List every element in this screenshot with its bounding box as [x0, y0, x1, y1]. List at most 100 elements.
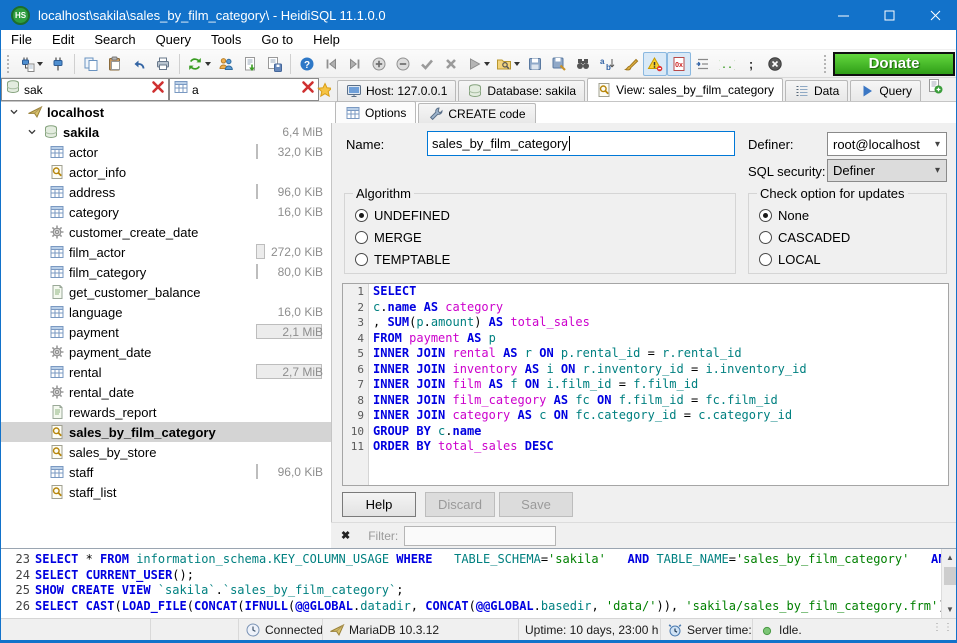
donate-toolbar-grip[interactable] — [824, 55, 829, 73]
user-manager-button[interactable] — [214, 52, 238, 76]
clear-database-filter-icon[interactable] — [150, 79, 166, 100]
save-sql-button[interactable] — [523, 52, 547, 76]
menu-file[interactable]: File — [1, 30, 42, 50]
tree-item-rental[interactable]: rental2,7 MiB — [1, 362, 331, 382]
scroll-down-icon[interactable]: ▼ — [942, 601, 957, 618]
filter-input[interactable] — [404, 526, 556, 546]
help-button[interactable]: ? — [295, 52, 319, 76]
find-button[interactable] — [571, 52, 595, 76]
view-name-input[interactable]: sales_by_film_category — [427, 131, 735, 156]
expand-chevron-icon[interactable] — [25, 124, 39, 140]
check-option-option-local[interactable]: LOCAL — [759, 252, 821, 267]
tree-item-category[interactable]: category16,0 KiB — [1, 202, 331, 222]
go-first-button[interactable] — [319, 52, 343, 76]
tree-item-rewards_report[interactable]: rewards_report — [1, 402, 331, 422]
indent-button[interactable] — [691, 52, 715, 76]
tree-item-get_customer_balance[interactable]: get_customer_balance — [1, 282, 331, 302]
print-button[interactable] — [151, 52, 175, 76]
menu-search[interactable]: Search — [84, 30, 145, 50]
title-bar[interactable]: HS localhost\sakila\sales_by_film_catego… — [1, 0, 957, 30]
tree-item-sakila[interactable]: sakila6,4 MiB — [1, 122, 331, 142]
tree-item-actor_info[interactable]: actor_info — [1, 162, 331, 182]
session-manager-button[interactable] — [16, 52, 46, 76]
algorithm-option-merge[interactable]: MERGE — [355, 230, 422, 245]
check-option-option-cascaded[interactable]: CASCADED — [759, 230, 850, 245]
subtab-create-code[interactable]: CREATE code — [418, 103, 535, 123]
tree-item-customer_create_date[interactable]: customer_create_date — [1, 222, 331, 242]
radio-unchecked-icon[interactable] — [759, 231, 772, 244]
dropdown-caret-icon[interactable] — [514, 62, 520, 66]
tree-item-rental_date[interactable]: rental_date — [1, 382, 331, 402]
tree-item-sales_by_film_category[interactable]: sales_by_film_category — [1, 422, 331, 442]
disconnect-button[interactable] — [46, 52, 70, 76]
help-button[interactable]: Help — [342, 492, 416, 517]
row-add-button[interactable] — [367, 52, 391, 76]
reformat-button[interactable] — [619, 52, 643, 76]
tab-host-127-0-0-1[interactable]: Host: 127.0.0.1 — [337, 80, 456, 101]
undo-button[interactable] — [127, 52, 151, 76]
export-database-button[interactable] — [238, 52, 262, 76]
close-button[interactable] — [912, 0, 957, 30]
row-apply-button[interactable] — [415, 52, 439, 76]
menu-query[interactable]: Query — [146, 30, 201, 50]
save-button[interactable]: Save — [499, 492, 573, 517]
menu-go-to[interactable]: Go to — [251, 30, 303, 50]
menu-help[interactable]: Help — [303, 30, 350, 50]
stop-button[interactable] — [763, 52, 787, 76]
table-filter-input[interactable] — [192, 83, 300, 97]
refresh-button[interactable] — [184, 52, 214, 76]
radio-unchecked-icon[interactable] — [355, 231, 368, 244]
save-sql-as-button[interactable] — [547, 52, 571, 76]
go-last-button[interactable] — [343, 52, 367, 76]
tree-item-payment[interactable]: payment2,1 MiB — [1, 322, 331, 342]
editor-code[interactable]: SELECTc.name AS category, SUM(p.amount) … — [369, 284, 948, 485]
subtab-options[interactable]: Options — [335, 101, 416, 123]
view-select-editor[interactable]: 1234567891011 SELECTc.name AS category, … — [342, 283, 949, 486]
discard-button[interactable]: Discard — [425, 492, 495, 517]
tree-item-film_actor[interactable]: film_actor272,0 KiB — [1, 242, 331, 262]
tree-item-staff_list[interactable]: staff_list — [1, 482, 331, 502]
new-query-tab-button[interactable] — [927, 78, 943, 99]
log-scrollbar[interactable]: ▲ ▼ — [941, 549, 957, 618]
copy-button[interactable] — [79, 52, 103, 76]
tree-item-sales_by_store[interactable]: sales_by_store — [1, 442, 331, 462]
menu-tools[interactable]: Tools — [201, 30, 251, 50]
tree-item-address[interactable]: address96,0 KiB — [1, 182, 331, 202]
radio-checked-icon[interactable] — [759, 209, 772, 222]
tab-data[interactable]: Data — [785, 80, 848, 101]
scroll-up-icon[interactable]: ▲ — [942, 549, 957, 566]
hex-toggle-button[interactable]: 0x — [667, 52, 691, 76]
save-code-button[interactable] — [262, 52, 286, 76]
close-filter-icon[interactable]: ✖ — [341, 529, 350, 542]
dropdown-caret-icon[interactable] — [484, 62, 490, 66]
tab-database-sakila[interactable]: Database: sakila — [458, 80, 585, 101]
database-filter-input[interactable] — [24, 83, 150, 97]
tab-view-sales-by-film-category[interactable]: View: sales_by_film_category — [587, 78, 783, 101]
row-cancel-button[interactable] — [439, 52, 463, 76]
favorites-star-icon[interactable] — [319, 78, 331, 101]
algorithm-option-temptable[interactable]: TEMPTABLE — [355, 252, 450, 267]
donate-button[interactable]: Donate — [833, 52, 955, 76]
radio-checked-icon[interactable] — [355, 209, 368, 222]
tree-item-staff[interactable]: staff96,0 KiB — [1, 462, 331, 482]
replace-button[interactable]: ab — [595, 52, 619, 76]
params-button[interactable]: (..) — [715, 52, 739, 76]
semicolon-button[interactable]: ; — [739, 52, 763, 76]
algorithm-option-undefined[interactable]: UNDEFINED — [355, 208, 450, 223]
row-remove-button[interactable] — [391, 52, 415, 76]
load-sql-button[interactable] — [493, 52, 523, 76]
warning-toggle-button[interactable] — [643, 52, 667, 76]
tab-query[interactable]: Query — [850, 80, 921, 101]
sql-security-dropdown[interactable]: Definer▾ — [827, 159, 947, 182]
tree-item-payment_date[interactable]: payment_date — [1, 342, 331, 362]
maximize-button[interactable] — [866, 0, 912, 30]
radio-unchecked-icon[interactable] — [355, 253, 368, 266]
tree-item-localhost[interactable]: localhost — [1, 102, 331, 122]
execute-button[interactable] — [463, 52, 493, 76]
minimize-button[interactable] — [820, 0, 866, 30]
tree-item-film_category[interactable]: film_category80,0 KiB — [1, 262, 331, 282]
scroll-thumb[interactable] — [944, 567, 957, 585]
tree-item-actor[interactable]: actor32,0 KiB — [1, 142, 331, 162]
radio-unchecked-icon[interactable] — [759, 253, 772, 266]
paste-button[interactable] — [103, 52, 127, 76]
